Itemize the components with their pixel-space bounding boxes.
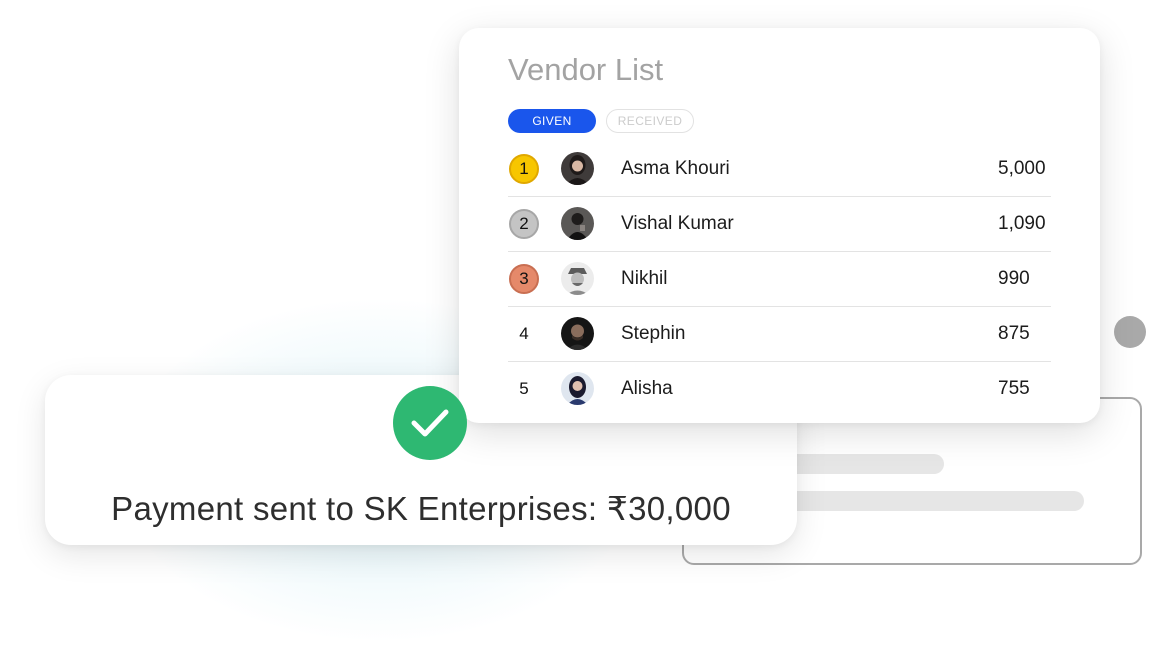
rank-number: 4 bbox=[519, 324, 529, 343]
vendor-name: Stephin bbox=[621, 323, 686, 344]
vendor-amount: 5,000 bbox=[998, 158, 1046, 179]
vendor-name: Asma Khouri bbox=[621, 158, 730, 179]
rank-badge-bronze: 3 bbox=[509, 264, 539, 294]
rank-badge-silver: 2 bbox=[509, 209, 539, 239]
avatar bbox=[561, 262, 594, 295]
avatar bbox=[561, 317, 594, 350]
vendor-amount: 755 bbox=[998, 378, 1030, 399]
decorative-dot bbox=[1114, 316, 1146, 348]
rank-badge-gold: 1 bbox=[509, 154, 539, 184]
vendor-row[interactable]: 5 Alisha 755 bbox=[508, 362, 1051, 416]
vendor-list-card: Vendor List GIVEN RECEIVED 1 Asma Khouri… bbox=[459, 28, 1100, 423]
rank-number: 5 bbox=[519, 379, 529, 398]
avatar bbox=[561, 152, 594, 185]
vendor-name: Vishal Kumar bbox=[621, 213, 734, 234]
placeholder-bar bbox=[784, 491, 1084, 511]
vendor-row[interactable]: 3 Nikhil 990 bbox=[508, 252, 1051, 307]
avatar bbox=[561, 207, 594, 240]
vendor-amount: 1,090 bbox=[998, 213, 1046, 234]
avatar bbox=[561, 372, 594, 405]
vendor-list-title: Vendor List bbox=[508, 52, 664, 87]
vendor-rows: 1 Asma Khouri 5,000 2 Vishal Kumar 1,090… bbox=[508, 142, 1051, 416]
tab-given[interactable]: GIVEN bbox=[508, 109, 596, 133]
tab-received[interactable]: RECEIVED bbox=[606, 109, 694, 133]
placeholder-bar bbox=[784, 454, 944, 474]
vendor-amount: 875 bbox=[998, 323, 1030, 344]
payment-message: Payment sent to SK Enterprises: ₹30,000 bbox=[111, 490, 731, 527]
vendor-name: Alisha bbox=[621, 378, 673, 399]
checkmark-glyph bbox=[411, 409, 449, 437]
vendor-row[interactable]: 1 Asma Khouri 5,000 bbox=[508, 142, 1051, 197]
vendor-row[interactable]: 2 Vishal Kumar 1,090 bbox=[508, 197, 1051, 252]
vendor-name: Nikhil bbox=[621, 268, 668, 289]
vendor-row[interactable]: 4 Stephin 875 bbox=[508, 307, 1051, 362]
check-icon bbox=[393, 386, 467, 460]
vendor-amount: 990 bbox=[998, 268, 1030, 289]
